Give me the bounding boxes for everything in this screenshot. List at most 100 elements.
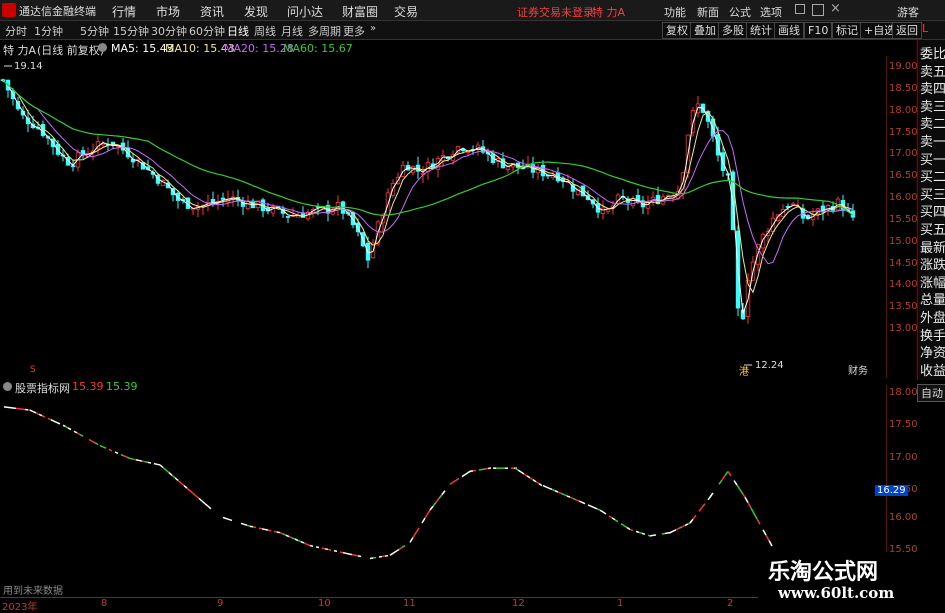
sidebar-item[interactable]: 买三	[920, 187, 945, 204]
period-tab-1min[interactable]: 1分钟	[34, 23, 63, 39]
indicator-segment	[390, 553, 393, 555]
indicator-segment	[163, 468, 166, 471]
sidebar-item[interactable]: 卖一	[920, 134, 945, 151]
statistics-button[interactable]: 统计	[746, 22, 776, 39]
period-tab-more[interactable]: 更多	[343, 23, 365, 39]
auto-button[interactable]: 自动	[917, 384, 945, 402]
indicator-segment	[154, 464, 157, 465]
indicator-segment	[693, 515, 696, 519]
adjust-button[interactable]: 复权	[662, 22, 692, 39]
maximize-window-icon[interactable]	[812, 4, 824, 16]
sidebar-item[interactable]: 买二	[920, 169, 945, 186]
menu-news[interactable]: 资讯	[200, 3, 224, 20]
indicator-segment	[184, 486, 187, 489]
low-price-label: 12.24	[755, 360, 784, 371]
guest-label[interactable]: 游客	[897, 4, 919, 20]
sidebar-item[interactable]: 外盘	[920, 310, 945, 327]
sidebar-item[interactable]: 买一	[920, 152, 945, 169]
indicator-segment	[80, 435, 83, 437]
menu-wealth[interactable]: 财富圈	[342, 3, 378, 20]
close-window-icon[interactable]: ×	[830, 1, 841, 16]
sidebar-item[interactable]: 卖四	[920, 81, 945, 98]
price-tick: 14.50	[889, 258, 918, 269]
indicator-segment	[39, 414, 42, 415]
indicator-segment	[334, 551, 337, 552]
indicator-segment	[178, 480, 181, 483]
draw-line-button[interactable]: 画线	[774, 22, 804, 39]
period-tab-5min[interactable]: 5分钟	[80, 23, 109, 39]
sidebar-item[interactable]: 总量	[920, 292, 945, 309]
sidebar-item[interactable]: 卖五	[920, 64, 945, 81]
indicator-chart[interactable]	[0, 385, 885, 597]
candle-body	[761, 234, 765, 248]
menu-options[interactable]: 选项	[760, 4, 782, 20]
period-tab-multi[interactable]: 多周期	[308, 23, 341, 39]
period-tab-60min[interactable]: 60分钟	[189, 23, 225, 39]
indicator-segment	[416, 528, 419, 533]
sidebar-item[interactable]: 委比	[920, 46, 945, 63]
indicator-segment	[685, 524, 688, 525]
sidebar-item[interactable]: 最新	[920, 240, 945, 257]
mark-button[interactable]: 标记	[832, 22, 862, 39]
menu-market[interactable]: 市场	[156, 3, 180, 20]
menu-function[interactable]: 功能	[664, 4, 686, 20]
sidebar-item[interactable]: 换手	[920, 328, 945, 345]
indicator-segment	[561, 493, 564, 494]
indicator-segment	[133, 459, 136, 460]
indicator-segment	[630, 529, 633, 530]
indicator-segment	[89, 440, 92, 442]
period-tab-daily[interactable]: 日线	[227, 23, 249, 39]
indicator-segment	[594, 508, 597, 509]
app-name: 通达信金融终端	[19, 3, 96, 19]
sidebar-item[interactable]: 买四	[920, 204, 945, 221]
overlay-button[interactable]: 叠加	[690, 22, 720, 39]
indicator-segment	[533, 480, 536, 482]
indicator-segment	[172, 475, 175, 478]
minimize-window-icon[interactable]	[795, 4, 805, 14]
indicator-segment	[670, 531, 673, 532]
sidebar-item[interactable]: 净资	[920, 345, 945, 362]
sidebar-item[interactable]: 涨幅	[920, 275, 945, 292]
indicator-segment	[433, 502, 436, 506]
date-tick: 9	[217, 598, 223, 609]
menu-layout[interactable]: 新面	[697, 4, 719, 20]
sidebar-item[interactable]: 卖二	[920, 116, 945, 133]
period-tab-monthly[interactable]: 月线	[281, 23, 303, 39]
hk-marker: 港	[739, 366, 749, 378]
indicator-segment	[175, 478, 178, 481]
period-tab-30min[interactable]: 30分钟	[151, 23, 187, 39]
indicator-tick: 17.50	[889, 419, 918, 430]
indicator-segment	[100, 446, 103, 447]
f10-button[interactable]: F10	[804, 22, 832, 39]
period-tab-15min[interactable]: 15分钟	[113, 23, 149, 39]
indicator-segment	[295, 539, 298, 540]
menu-trade[interactable]: 交易	[394, 3, 418, 20]
signal-marker: S	[30, 365, 36, 375]
indicator-segment	[142, 461, 145, 462]
indicator-segment	[570, 497, 573, 498]
period-tab-weekly[interactable]: 周线	[254, 23, 276, 39]
candlestick-chart[interactable]: 19.14 12.24 港 财务 S	[0, 56, 885, 378]
back-button[interactable]: 返回	[892, 22, 922, 39]
indicator-segment	[286, 535, 289, 536]
period-tab-timeshare[interactable]: 分时	[5, 23, 27, 39]
menu-ask[interactable]: 问小达	[287, 3, 323, 20]
more-arrow-icon[interactable]: »	[370, 23, 376, 34]
menu-formula[interactable]: 公式	[729, 4, 751, 20]
watermark: 乐淘公式网 www.60lt.com	[758, 552, 945, 609]
indicator-segment	[515, 468, 518, 470]
date-tick: 12	[512, 598, 525, 609]
sidebar-item[interactable]: 收益	[920, 363, 945, 380]
settings-gear-icon[interactable]	[98, 43, 107, 52]
indicator-segment	[642, 533, 645, 534]
sidebar-item[interactable]: 卖三	[920, 99, 945, 116]
indicator-segment	[543, 486, 546, 487]
menu-discover[interactable]: 发现	[244, 3, 268, 20]
login-notice[interactable]: 证券交易未登录	[517, 4, 594, 20]
sidebar-item[interactable]: 涨跌	[920, 257, 945, 274]
price-tick: 17.50	[889, 127, 918, 138]
date-tick: 2	[727, 598, 733, 609]
sidebar-item[interactable]: 买五	[920, 222, 945, 239]
menu-quotes[interactable]: 行情	[112, 3, 136, 20]
multi-stock-button[interactable]: 多股	[718, 22, 748, 39]
